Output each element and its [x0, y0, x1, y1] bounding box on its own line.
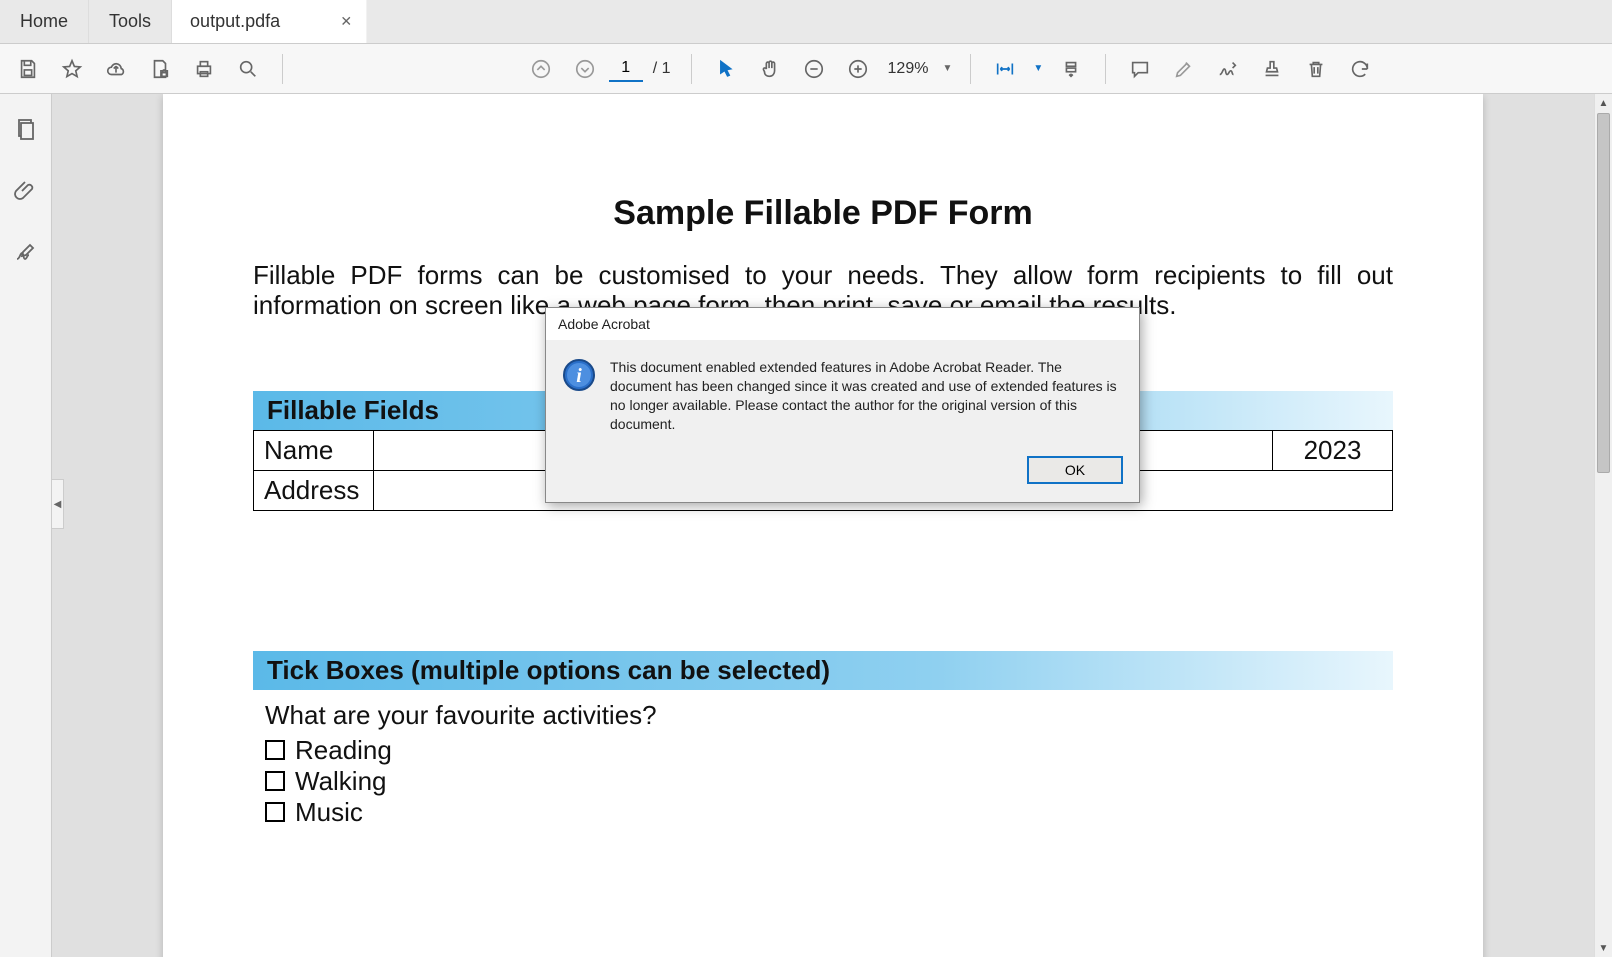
document-page: Sample Fillable PDF Form Fillable PDF fo… [163, 94, 1483, 957]
thumbnails-button[interactable] [9, 112, 43, 146]
magnifier-icon [237, 58, 259, 80]
fit-width-icon [994, 58, 1016, 80]
cloud-upload-icon [105, 58, 127, 80]
signatures-button[interactable] [9, 236, 43, 270]
tab-home[interactable]: Home [0, 0, 89, 43]
toolbar-separator [691, 54, 692, 84]
info-dialog: Adobe Acrobat i This document enabled ex… [545, 307, 1140, 503]
checkbox-label: Reading [295, 735, 392, 766]
note-button[interactable] [1120, 49, 1160, 89]
toolbar-separator [1105, 54, 1106, 84]
ok-button[interactable]: OK [1027, 456, 1123, 484]
page-total-label: / 1 [653, 60, 671, 78]
tab-bar-filler [367, 0, 1612, 43]
cursor-icon [715, 58, 737, 80]
stamp-button[interactable] [1252, 49, 1292, 89]
question-text: What are your favourite activities? [265, 700, 1393, 731]
save-button[interactable] [8, 49, 48, 89]
delete-button[interactable] [1296, 49, 1336, 89]
arrow-down-circle-icon [574, 58, 596, 80]
scroll-icon [1060, 58, 1082, 80]
checkbox-reading[interactable]: Reading [265, 735, 1393, 766]
pen-icon [14, 241, 38, 265]
document-viewport[interactable]: Sample Fillable PDF Form Fillable PDF fo… [52, 94, 1594, 957]
select-tool-button[interactable] [706, 49, 746, 89]
checkbox-icon[interactable] [265, 802, 285, 822]
dialog-message: This document enabled extended features … [610, 358, 1123, 434]
star-icon [61, 58, 83, 80]
side-rail [0, 94, 52, 957]
toolbar: / 1 129% ▼ ▼ [0, 44, 1612, 94]
trash-icon [1305, 58, 1327, 80]
page-down-button[interactable] [565, 49, 605, 89]
checkbox-icon[interactable] [265, 771, 285, 791]
print-button[interactable] [184, 49, 224, 89]
page-number-input[interactable] [609, 56, 643, 82]
highlighter-icon [1173, 58, 1195, 80]
zoom-out-button[interactable] [794, 49, 834, 89]
scrollbar[interactable]: ▲ ▼ [1594, 94, 1612, 957]
sign-button[interactable] [1208, 49, 1248, 89]
info-icon: i [562, 358, 596, 392]
section-tick-header: Tick Boxes (multiple options can be sele… [253, 651, 1393, 690]
address-label: Address [254, 470, 374, 510]
checkbox-label: Music [295, 797, 363, 828]
doc-title: Sample Fillable PDF Form [253, 194, 1393, 233]
lock-doc-button[interactable] [140, 49, 180, 89]
rotate-button[interactable] [1340, 49, 1380, 89]
scroll-down-arrow[interactable]: ▼ [1595, 939, 1612, 957]
dialog-title: Adobe Acrobat [546, 308, 1139, 340]
cloud-button[interactable] [96, 49, 136, 89]
paperclip-icon [14, 179, 38, 203]
zoom-value: 129% [882, 60, 935, 78]
svg-text:i: i [576, 365, 582, 387]
thumbnails-icon [14, 117, 38, 141]
save-icon [17, 58, 39, 80]
print-icon [193, 58, 215, 80]
star-button[interactable] [52, 49, 92, 89]
fit-width-button[interactable] [985, 49, 1025, 89]
zoom-in-button[interactable] [838, 49, 878, 89]
hand-icon [759, 58, 781, 80]
checkbox-music[interactable]: Music [265, 797, 1393, 828]
document-lock-icon [149, 58, 171, 80]
scroll-mode-button[interactable] [1051, 49, 1091, 89]
arrow-up-circle-icon [530, 58, 552, 80]
signature-icon [1217, 58, 1239, 80]
toolbar-separator [282, 54, 283, 84]
panel-collapse-handle[interactable]: ◀ [52, 479, 64, 529]
minus-circle-icon [803, 58, 825, 80]
tab-bar: Home Tools output.pdfa ✕ [0, 0, 1612, 44]
zoom-dropdown[interactable]: ▼ [938, 59, 956, 78]
checkbox-label: Walking [295, 766, 387, 797]
fit-dropdown[interactable]: ▼ [1029, 59, 1047, 78]
checkbox-icon[interactable] [265, 740, 285, 760]
rotate-icon [1349, 58, 1371, 80]
tab-document-label: output.pdfa [190, 11, 280, 32]
stamp-icon [1261, 58, 1283, 80]
attachments-button[interactable] [9, 174, 43, 208]
tab-document[interactable]: output.pdfa ✕ [172, 0, 367, 43]
scroll-thumb[interactable] [1597, 113, 1610, 473]
checkbox-walking[interactable]: Walking [265, 766, 1393, 797]
name-label: Name [254, 430, 374, 470]
toolbar-separator [970, 54, 971, 84]
tab-tools[interactable]: Tools [89, 0, 172, 43]
hand-tool-button[interactable] [750, 49, 790, 89]
search-button[interactable] [228, 49, 268, 89]
plus-circle-icon [847, 58, 869, 80]
year-cell: 2023 [1273, 430, 1393, 470]
highlight-button[interactable] [1164, 49, 1204, 89]
close-tab-icon[interactable]: ✕ [340, 13, 352, 30]
scroll-up-arrow[interactable]: ▲ [1595, 94, 1612, 112]
comment-icon [1129, 58, 1151, 80]
page-up-button[interactable] [521, 49, 561, 89]
